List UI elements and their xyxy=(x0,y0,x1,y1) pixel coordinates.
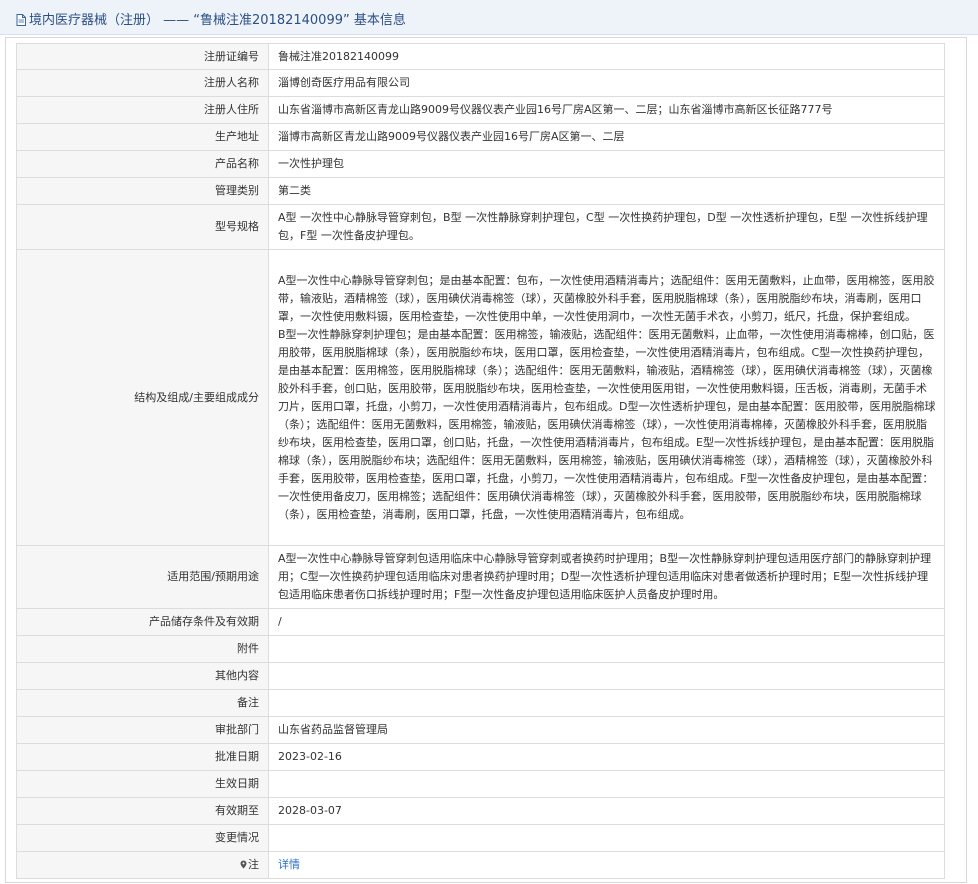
row-label: 其他内容 xyxy=(16,662,269,690)
row-label: 生产地址 xyxy=(16,123,269,151)
row-value: A型 一次性中心静脉导管穿刺包，B型 一次性静脉穿刺护理包，C型 一次性换药护理… xyxy=(268,204,945,250)
row-label: 结构及组成/主要组成成分 xyxy=(16,249,269,546)
row-value: A型一次性中心静脉导管穿刺包适用临床中心静脉导管穿刺或者换药时护理用；B型一次性… xyxy=(268,545,945,609)
table-row: 变更情况 xyxy=(16,824,945,852)
note-label-text: 注 xyxy=(248,858,259,871)
page-title: 境内医疗器械（注册） —— “鲁械注准20182140099” 基本信息 xyxy=(16,9,406,28)
table-row: 型号规格 A型 一次性中心静脉导管穿刺包，B型 一次性静脉穿刺护理包，C型 一次… xyxy=(16,204,945,250)
row-value: A型一次性中心静脉导管穿刺包；是由基本配置：包布，一次性使用酒精消毒片；选配组件… xyxy=(268,249,945,546)
table-row: 注 详情 xyxy=(16,851,945,879)
row-value: 淄博创奇医疗用品有限公司 xyxy=(268,69,945,97)
header-title-text: 境内医疗器械（注册） —— “鲁械注准20182140099” 基本信息 xyxy=(29,13,406,28)
table-row: 批准日期 2023-02-16 xyxy=(16,743,945,771)
table-row: 适用范围/预期用途 A型一次性中心静脉导管穿刺包适用临床中心静脉导管穿刺或者换药… xyxy=(16,545,945,609)
row-label: 型号规格 xyxy=(16,204,269,250)
row-value xyxy=(268,635,945,663)
info-table: 注册证编号 鲁械注准20182140099 注册人名称 淄博创奇医疗用品有限公司… xyxy=(16,43,945,879)
row-value xyxy=(268,662,945,690)
structure-paragraph-b: B型一次性静脉穿刺护理包；是由基本配置：医用棉签，输液贴，选配组件：医用无菌敷料… xyxy=(278,327,936,521)
row-label: 管理类别 xyxy=(16,177,269,205)
row-label: 生效日期 xyxy=(16,770,269,798)
table-row: 管理类别 第二类 xyxy=(16,177,945,205)
row-value xyxy=(268,824,945,852)
row-label: 注册证编号 xyxy=(16,43,269,70)
row-value xyxy=(268,689,945,717)
table-row: 审批部门 山东省药品监督管理局 xyxy=(16,716,945,744)
structure-paragraph-a: A型一次性中心静脉导管穿刺包；是由基本配置：包布，一次性使用酒精消毒片；选配组件… xyxy=(278,273,935,323)
row-value: / xyxy=(268,608,945,636)
row-value: 山东省药品监督管理局 xyxy=(268,716,945,744)
table-row: 生效日期 xyxy=(16,770,945,798)
table-row: 产品储存条件及有效期 / xyxy=(16,608,945,636)
table-row: 生产地址 淄博市高新区青龙山路9009号仪器仪表产业园16号厂房A区第一、二层 xyxy=(16,123,945,151)
row-label: 变更情况 xyxy=(16,824,269,852)
table-row: 注册证编号 鲁械注准20182140099 xyxy=(16,43,945,70)
row-label: 备注 xyxy=(16,689,269,717)
row-label: 产品名称 xyxy=(16,150,269,178)
table-row: 其他内容 xyxy=(16,662,945,690)
row-value: 第二类 xyxy=(268,177,945,205)
note-label: 注 xyxy=(16,851,269,879)
details-link[interactable]: 详情 xyxy=(278,858,300,871)
table-row: 有效期至 2028-03-07 xyxy=(16,797,945,825)
table-row: 注册人住所 山东省淄博市高新区青龙山路9009号仪器仪表产业园16号厂房A区第一… xyxy=(16,96,945,124)
row-label: 注册人住所 xyxy=(16,96,269,124)
location-pin-icon xyxy=(240,860,247,869)
page-header: 境内医疗器械（注册） —— “鲁械注准20182140099” 基本信息 xyxy=(0,0,978,35)
row-label: 注册人名称 xyxy=(16,69,269,97)
row-value: 详情 xyxy=(268,851,945,879)
table-row: 附件 xyxy=(16,635,945,663)
row-value xyxy=(268,770,945,798)
row-value: 一次性护理包 xyxy=(268,150,945,178)
row-label: 附件 xyxy=(16,635,269,663)
row-label: 有效期至 xyxy=(16,797,269,825)
row-label: 产品储存条件及有效期 xyxy=(16,608,269,636)
table-row: 产品名称 一次性护理包 xyxy=(16,150,945,178)
row-label: 批准日期 xyxy=(16,743,269,771)
row-value: 淄博市高新区青龙山路9009号仪器仪表产业园16号厂房A区第一、二层 xyxy=(268,123,945,151)
table-row: 备注 xyxy=(16,689,945,717)
row-value: 山东省淄博市高新区青龙山路9009号仪器仪表产业园16号厂房A区第一、二层；山东… xyxy=(268,96,945,124)
row-value: 2028-03-07 xyxy=(268,797,945,825)
row-label: 适用范围/预期用途 xyxy=(16,545,269,609)
row-value: 鲁械注准20182140099 xyxy=(268,43,945,70)
table-row: 结构及组成/主要组成成分 A型一次性中心静脉导管穿刺包；是由基本配置：包布，一次… xyxy=(16,249,945,546)
page: 境内医疗器械（注册） —— “鲁械注准20182140099” 基本信息 注册证… xyxy=(0,0,978,884)
document-icon xyxy=(16,14,26,26)
table-row: 注册人名称 淄博创奇医疗用品有限公司 xyxy=(16,69,945,97)
row-label: 审批部门 xyxy=(16,716,269,744)
row-value: 2023-02-16 xyxy=(268,743,945,771)
